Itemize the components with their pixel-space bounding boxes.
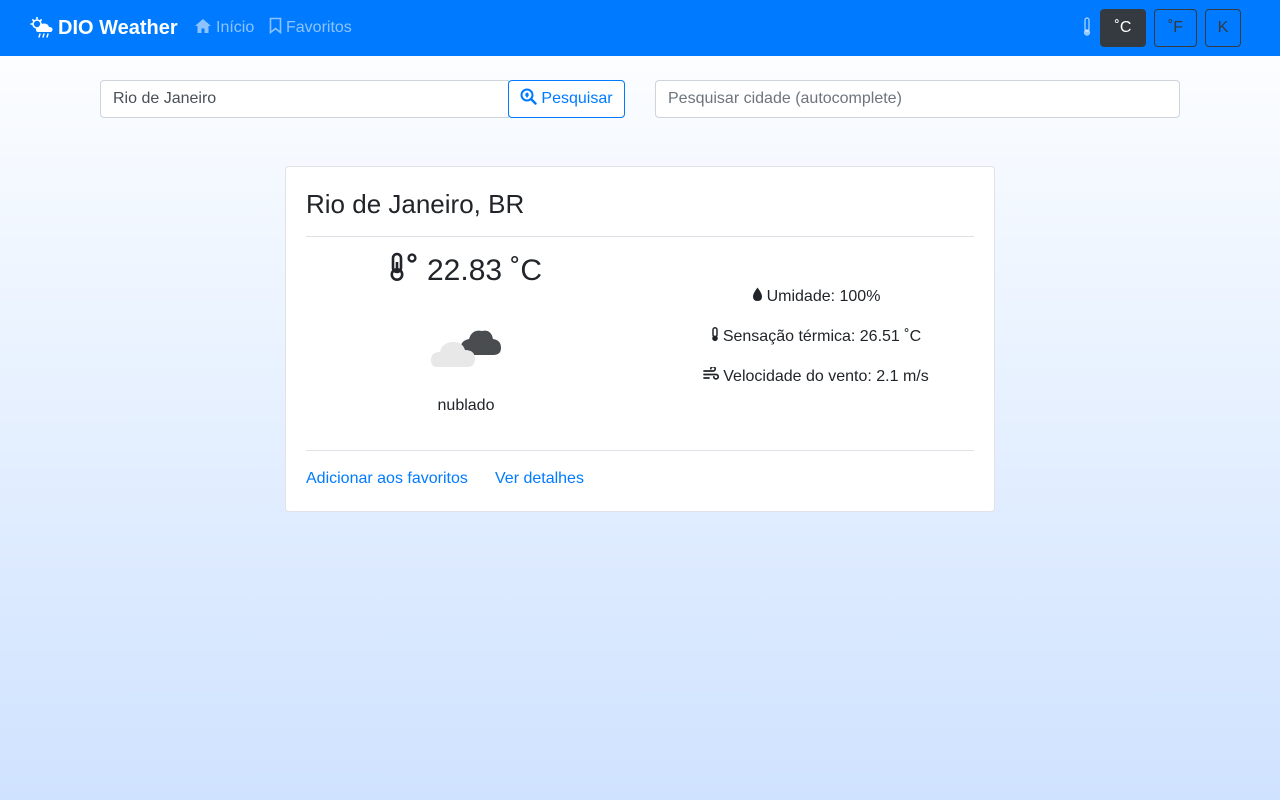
add-favorite-link[interactable]: Adicionar aos favoritos [306, 470, 468, 488]
weather-card: Rio de Janeiro, BR 22.83 ˚C nublado Umid… [285, 166, 995, 512]
city-search-input[interactable] [100, 80, 509, 118]
brand-link[interactable]: DIO Weather [30, 14, 178, 42]
humidity-row: Umidade: 100% [666, 287, 966, 307]
city-title: Rio de Janeiro, BR [306, 189, 525, 219]
thermometer-icon [1082, 17, 1092, 42]
nav-link-favorites[interactable]: Favoritos [269, 17, 352, 39]
unit-celsius-button[interactable]: ˚C [1100, 9, 1146, 47]
search-location-icon [520, 88, 538, 110]
feels-like-row: Sensação térmica: 26.51 ˚C [666, 327, 966, 347]
temperature-display: 22.83 ˚C [389, 252, 543, 290]
nav-link-home-label: Início [216, 19, 255, 36]
card-footer-divider [306, 450, 974, 451]
navbar: DIO Weather Início Favoritos ˚C ˚F K [0, 0, 1280, 56]
feels-like-text: Sensação térmica: 26.51 ˚C [722, 328, 922, 345]
nav-link-home[interactable]: Início [194, 17, 254, 39]
wind-icon [703, 365, 720, 386]
bookmark-icon [269, 17, 282, 39]
search-button-label: Pesquisar [541, 90, 613, 107]
home-icon [194, 18, 212, 39]
autocomplete-input[interactable] [655, 80, 1180, 118]
unit-fahrenheit-button[interactable]: ˚F [1154, 9, 1197, 47]
humidity-text: Umidade: 100% [766, 288, 881, 305]
thermometer-small-icon [711, 327, 719, 347]
thermometer-icon [389, 252, 419, 290]
wind-row: Velocidade do vento: 2.1 m/s [666, 365, 966, 386]
clouds-icon [431, 321, 503, 374]
cloud-sun-rain-icon [30, 17, 54, 39]
card-divider [306, 236, 974, 237]
tint-icon [752, 287, 763, 307]
temperature-value: 22.83 ˚C [427, 254, 543, 287]
unit-kelvin-button[interactable]: K [1205, 9, 1241, 47]
wind-text: Velocidade do vento: 2.1 m/s [723, 367, 929, 385]
brand-title: DIO Weather [58, 16, 178, 39]
view-details-link[interactable]: Ver detalhes [495, 470, 584, 488]
weather-description: nublado [437, 397, 495, 414]
search-button[interactable]: Pesquisar [508, 80, 625, 118]
nav-link-favorites-label: Favoritos [286, 19, 352, 36]
